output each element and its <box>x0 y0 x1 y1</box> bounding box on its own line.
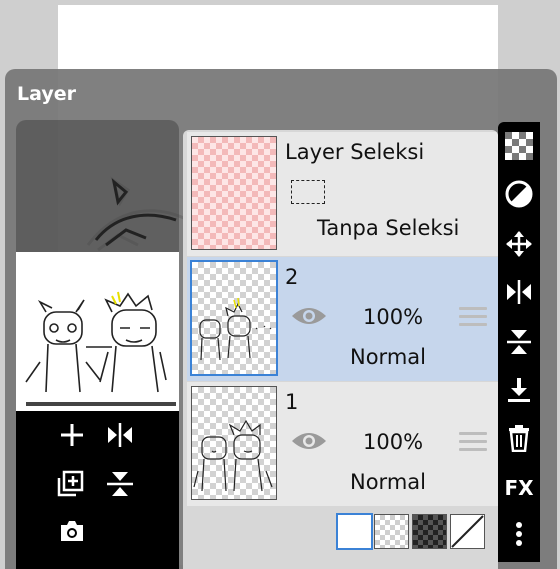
layer-thumbnail <box>190 260 278 376</box>
swatch-light-checker[interactable] <box>374 514 409 549</box>
layer-opacity[interactable]: 100% <box>363 430 423 454</box>
layer-opacity[interactable]: 100% <box>363 305 423 329</box>
layer-row-1[interactable]: 1 100% Normal <box>187 382 498 506</box>
camera-icon[interactable] <box>54 513 90 549</box>
move-icon[interactable] <box>501 226 537 262</box>
layer-row-selection[interactable]: Layer Seleksi Tanpa Seleksi <box>187 132 498 256</box>
duplicate-layer-icon[interactable] <box>52 466 88 502</box>
selection-marquee-icon <box>291 180 325 204</box>
flip-horizontal-icon[interactable] <box>501 274 537 310</box>
drag-handle-icon[interactable] <box>459 307 487 329</box>
layer-name: 1 <box>285 390 299 414</box>
layer-name: Layer Seleksi <box>285 140 425 164</box>
contrast-icon[interactable] <box>501 176 537 212</box>
canvas-preview <box>16 252 179 411</box>
visibility-eye-icon[interactable] <box>289 301 329 331</box>
layer-row-2[interactable]: 2 100% Normal <box>187 257 498 381</box>
visibility-eye-icon[interactable] <box>289 426 329 456</box>
flip-horizontal-icon[interactable] <box>102 417 138 453</box>
fx-button[interactable]: FX <box>501 470 537 506</box>
flip-vertical-icon[interactable] <box>501 324 537 360</box>
layer-list: Layer Seleksi Tanpa Seleksi 2 100% Norma… <box>183 130 498 569</box>
layer-tools-left <box>16 411 179 569</box>
transparency-icon[interactable] <box>501 128 537 164</box>
add-layer-icon[interactable] <box>54 417 90 453</box>
merge-down-icon[interactable] <box>501 372 537 408</box>
selection-layer-thumbnail <box>191 136 277 250</box>
selection-status: Tanpa Seleksi <box>317 216 460 240</box>
blend-mode[interactable]: Normal <box>350 345 426 369</box>
swatch-dark-checker[interactable] <box>412 514 447 549</box>
blend-mode[interactable]: Normal <box>350 470 426 494</box>
swatch-none[interactable] <box>450 514 485 549</box>
right-toolbar: FX <box>498 122 540 562</box>
flip-vertical-icon[interactable] <box>102 466 138 502</box>
panel-title: Layer <box>17 83 76 105</box>
swatch-white[interactable] <box>336 513 373 550</box>
layer-thumbnail <box>191 386 277 500</box>
layer-name: 2 <box>285 265 299 289</box>
trash-icon[interactable] <box>501 420 537 456</box>
layer-preview-column <box>16 120 179 569</box>
drag-handle-icon[interactable] <box>459 432 487 454</box>
more-icon[interactable] <box>501 516 537 552</box>
preview-sketch-top <box>94 178 177 247</box>
